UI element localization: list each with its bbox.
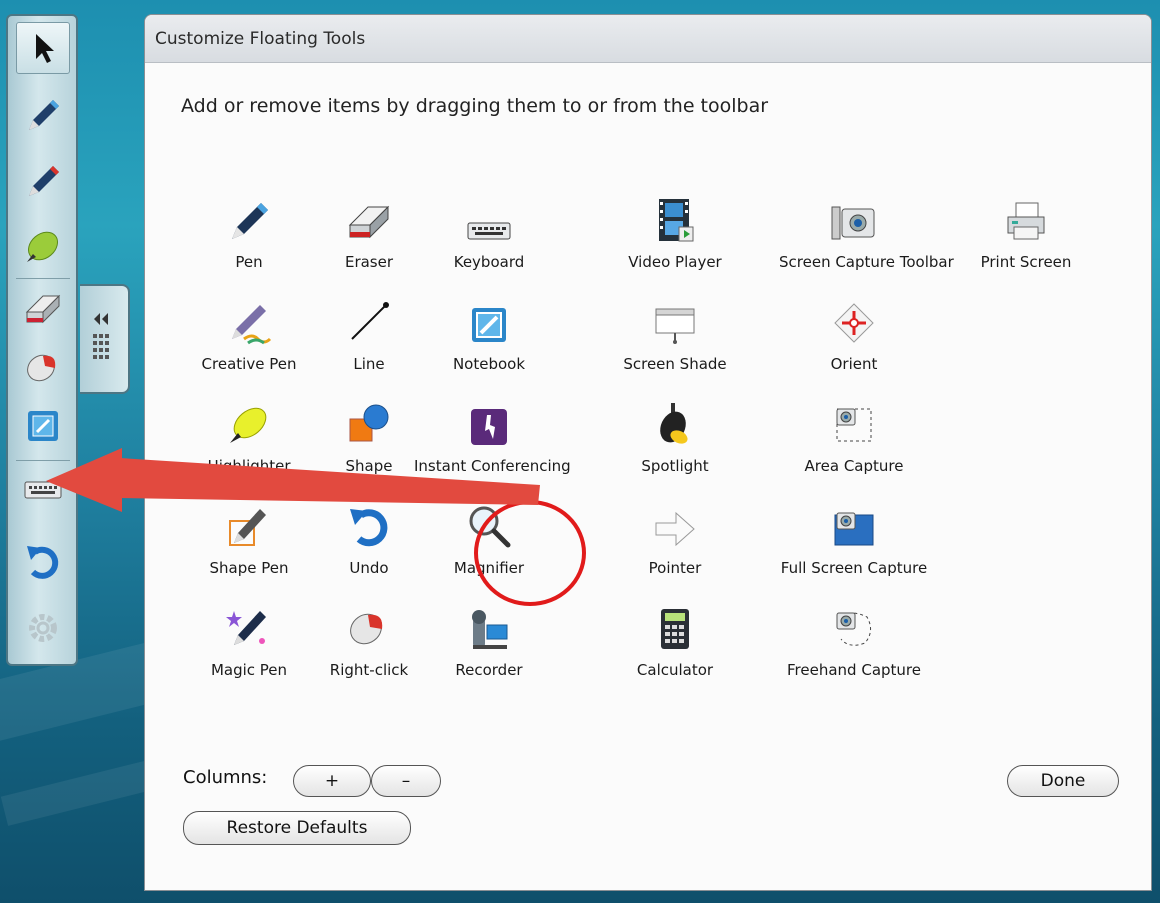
tool-item-freehand-capture[interactable]: Freehand Capture: [779, 601, 929, 679]
eraser-tool-button[interactable]: [16, 282, 70, 334]
undo-icon: [27, 546, 59, 579]
full-screen-capture-icon: [779, 499, 929, 549]
select-icon: [36, 34, 54, 63]
restore-defaults-button[interactable]: Restore Defaults: [183, 811, 411, 845]
recorder-icon: [414, 601, 564, 651]
tool-item-screen-capture-toolbar[interactable]: Screen Capture Toolbar: [779, 193, 954, 271]
select-tool-button[interactable]: [16, 22, 70, 74]
add-column-button[interactable]: +: [293, 765, 371, 797]
area-capture-icon: [779, 397, 929, 447]
keyboard-icon: [414, 193, 564, 243]
conferencing-icon: [414, 397, 564, 447]
orient-icon: [779, 295, 929, 345]
right-click-tool-button[interactable]: [16, 340, 70, 392]
tool-item-video-player[interactable]: Video Player: [600, 193, 750, 271]
customize-floating-tools-dialog: Customize Floating Tools Add or remove i…: [144, 14, 1152, 891]
keyboard-tool-button[interactable]: [16, 464, 70, 516]
tool-item-orient[interactable]: Orient: [779, 295, 929, 373]
freehand-capture-icon: [779, 601, 929, 651]
instructions-text: Add or remove items by dragging them to …: [181, 95, 769, 117]
video-player-icon: [600, 193, 750, 243]
tool-item-keyboard[interactable]: Keyboard: [414, 193, 564, 271]
tool-label: Instant Conferencing: [414, 457, 571, 475]
undo-tool-button[interactable]: [16, 536, 70, 588]
highlight-circle: [474, 500, 586, 606]
tool-item-screen-shade[interactable]: Screen Shade: [600, 295, 750, 373]
screen-capture-icon: [779, 193, 929, 243]
tool-label: Screen Capture Toolbar: [779, 253, 954, 271]
tool-label: Notebook: [452, 355, 526, 373]
tool-item-full-screen-capture[interactable]: Full Screen Capture: [779, 499, 929, 577]
dialog-title: Customize Floating Tools: [155, 28, 366, 49]
tool-label: Spotlight: [641, 457, 709, 475]
highlighter-icon: [27, 231, 58, 262]
printer-icon: [951, 193, 1101, 243]
tool-label: Orient: [830, 355, 878, 373]
pen-icon: [29, 100, 59, 130]
tool-label: Full Screen Capture: [780, 559, 928, 577]
tool-item-area-capture[interactable]: Area Capture: [779, 397, 929, 475]
tool-label: Keyboard: [453, 253, 525, 271]
pen-tool-button[interactable]: [16, 88, 70, 140]
remove-column-button[interactable]: –: [371, 765, 441, 797]
tool-item-spotlight[interactable]: Spotlight: [600, 397, 750, 475]
tool-label: Area Capture: [804, 457, 904, 475]
columns-label: Columns:: [183, 767, 268, 788]
tool-label: Calculator: [636, 661, 714, 679]
notebook-icon: [414, 295, 564, 345]
notebook-tool-button[interactable]: [16, 400, 70, 452]
calculator-icon: [600, 601, 750, 651]
tool-item-recorder[interactable]: Recorder: [414, 601, 564, 679]
tool-item-instant-conferencing[interactable]: Instant Conferencing: [414, 397, 571, 475]
screen-shade-icon: [600, 295, 750, 345]
notebook-icon: [28, 411, 58, 441]
pen-tool-button-2[interactable]: [16, 154, 70, 206]
settings-gear-icon: [29, 614, 57, 642]
eraser-icon: [25, 294, 61, 324]
tool-label: Pointer: [648, 559, 702, 577]
tool-item-pointer[interactable]: Pointer: [600, 499, 750, 577]
tool-item-calculator[interactable]: Calculator: [600, 601, 750, 679]
pen-icon: [29, 166, 59, 196]
keyboard-icon: [24, 481, 62, 499]
tool-label: Recorder: [455, 661, 523, 679]
tool-item-notebook[interactable]: Notebook: [414, 295, 564, 373]
tool-label: Print Screen: [980, 253, 1072, 271]
spotlight-icon: [600, 397, 750, 447]
pointer-arrow-icon: [600, 499, 750, 549]
tool-item-print-screen[interactable]: Print Screen: [951, 193, 1101, 271]
tool-label: Screen Shade: [623, 355, 727, 373]
done-button[interactable]: Done: [1007, 765, 1119, 797]
tool-label: Video Player: [628, 253, 722, 271]
right-click-icon: [27, 354, 56, 382]
toolbar-collapse-tab[interactable]: [80, 284, 130, 394]
floating-toolbar: [6, 14, 78, 666]
highlighter-tool-button[interactable]: [16, 220, 70, 272]
collapse-arrows-icon: [93, 313, 109, 359]
dialog-titlebar: Customize Floating Tools: [145, 15, 1151, 63]
settings-tool-button[interactable]: [16, 602, 70, 654]
tool-label: Freehand Capture: [787, 661, 921, 679]
